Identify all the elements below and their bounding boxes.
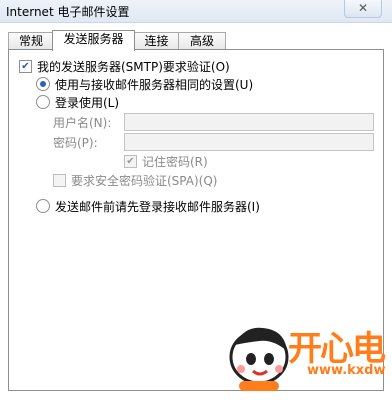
- spa-checkbox[interactable]: 要求安全密码验证(SPA)(Q): [53, 172, 217, 188]
- tab-outgoing-server[interactable]: 发送服务器: [52, 30, 135, 51]
- window-title: Internet 电子邮件设置: [6, 5, 130, 19]
- tab-connection[interactable]: 连接: [133, 32, 180, 50]
- remember-password-checkbox[interactable]: ✔ 记住密码(R): [124, 153, 208, 169]
- checkbox-unchecked-icon[interactable]: [53, 173, 66, 187]
- radio-selected-icon[interactable]: [36, 77, 50, 91]
- radio-unselected-icon[interactable]: [36, 95, 50, 109]
- watermark-logo: 开心电 www.kxdw: [225, 315, 386, 395]
- password-label: 密码(P):: [53, 136, 98, 150]
- tab-general[interactable]: 常规: [8, 32, 54, 50]
- password-field[interactable]: [124, 133, 374, 151]
- spa-label: 要求安全密码验证(SPA)(Q): [71, 173, 218, 188]
- title-bar: Internet 电子邮件设置 ✕: [0, 0, 392, 23]
- radio-unselected-icon[interactable]: [36, 199, 50, 213]
- smtp-auth-label: 我的发送服务器(SMTP)要求验证(O): [37, 59, 230, 74]
- same-as-incoming-label: 使用与接收邮件服务器相同的设置(U): [55, 77, 254, 92]
- close-button[interactable]: ✕: [344, 0, 382, 18]
- mascot-icon: [229, 327, 289, 391]
- login-using-radio[interactable]: 登录使用(L): [36, 94, 119, 110]
- username-label: 用户名(N):: [53, 116, 112, 130]
- same-as-incoming-radio[interactable]: 使用与接收邮件服务器相同的设置(U): [36, 76, 253, 92]
- login-using-label: 登录使用(L): [55, 95, 120, 110]
- tab-advanced[interactable]: 高级: [178, 32, 226, 50]
- remember-password-label: 记住密码(R): [142, 154, 208, 169]
- checkbox-checked-icon[interactable]: ✔: [124, 154, 137, 168]
- watermark-url: www.kxdw: [307, 363, 386, 378]
- login-before-send-label: 发送邮件前请先登录接收邮件服务器(I): [55, 199, 260, 214]
- login-before-send-radio[interactable]: 发送邮件前请先登录接收邮件服务器(I): [36, 198, 260, 214]
- username-field[interactable]: [124, 113, 374, 131]
- close-icon: ✕: [357, 1, 369, 15]
- smtp-auth-checkbox[interactable]: ✔ 我的发送服务器(SMTP)要求验证(O): [19, 58, 230, 74]
- checkbox-checked-icon[interactable]: ✔: [19, 59, 32, 73]
